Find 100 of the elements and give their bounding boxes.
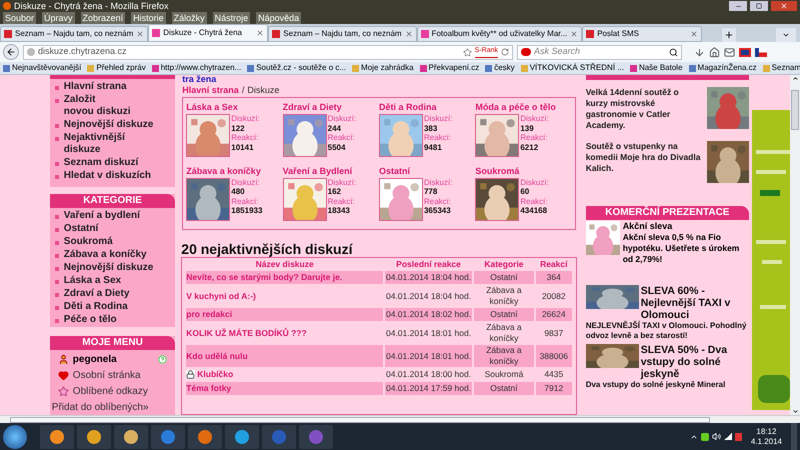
sidebar-link[interactable]: Založit novou diskuzi: [64, 94, 130, 118]
tray-icon[interactable]: [700, 432, 709, 440]
help-icon[interactable]: [158, 355, 168, 364]
discussion-link[interactable]: Klubíčko: [197, 369, 234, 380]
category-title[interactable]: Ostatní: [378, 166, 476, 176]
browser-tab[interactable]: Seznam – Najdu tam, co neznám: [0, 26, 148, 42]
contest-text[interactable]: Soutěž o vstupenky na komedii Moje hra do Divadla Kalich.: [586, 141, 704, 188]
breadcrumb-link[interactable]: Hlavní strana: [182, 85, 239, 95]
menu-item[interactable]: Zobrazení: [80, 12, 126, 24]
browser-tab[interactable]: Seznam – Najdu tam, co neznám: [268, 26, 417, 42]
browser-tab[interactable]: Poslat SMS: [582, 26, 702, 42]
scroll-thumb[interactable]: [791, 90, 799, 130]
search-icon[interactable]: [669, 48, 678, 56]
scroll-thumb[interactable]: [10, 416, 710, 422]
star-icon[interactable]: [462, 48, 472, 56]
sidebar-link[interactable]: Osobní stránka: [72, 368, 141, 383]
horizontal-scrollbar[interactable]: [0, 415, 800, 423]
bullet-icon: [54, 293, 59, 298]
bookmark[interactable]: Moje zahrádka: [352, 62, 414, 74]
signal-icon[interactable]: [724, 433, 732, 440]
menu-item[interactable]: Nástroje: [212, 12, 250, 24]
browser-tab[interactable]: Diskuze - Chytrá žena: [148, 24, 268, 42]
start-button[interactable]: [3, 424, 27, 448]
sidebar-link[interactable]: Péče o tělo: [64, 314, 117, 326]
category-title[interactable]: Děti a Rodina: [378, 102, 476, 113]
bullet-icon: [54, 137, 59, 141]
scroll-up-icon[interactable]: [792, 75, 798, 82]
sidebar-link[interactable]: Láska a Sex: [64, 275, 122, 288]
sidebar-link[interactable]: Soukromá: [64, 236, 113, 248]
home-icon[interactable]: [709, 46, 720, 58]
bookmark[interactable]: Překvapení.cz: [420, 62, 480, 74]
table-row[interactable]: Kdo udělá nulu 04.01.2014 18:01 hod. Zábava a koníčky 388006: [186, 345, 572, 367]
category-title[interactable]: Zábava a koníčky: [186, 166, 283, 176]
bookmark[interactable]: VÍTKOVICKÁ STŘEDNÍ ...: [520, 62, 624, 74]
stat-label: Diskuzí:: [520, 114, 549, 124]
deal-title[interactable]: SLEVA 60% - Nejlevnější TAXI v Olomouci: [640, 285, 750, 321]
close-tab-icon[interactable]: [404, 30, 413, 38]
download-icon[interactable]: [694, 46, 705, 58]
sidebar-link[interactable]: Nejnovější diskuze: [64, 262, 154, 274]
bookmark[interactable]: česky: [485, 62, 515, 74]
table-row[interactable]: Téma fotky 04.01.2014 17:59 hod. Ostatní 7912: [186, 382, 572, 395]
menu-item[interactable]: Záložky: [172, 12, 207, 24]
sidebar-link[interactable]: Zábava a koníčky: [64, 249, 147, 262]
browser-tab[interactable]: Fotoalbum květy** od uživatelky Mar...: [416, 26, 582, 42]
table-row[interactable]: Nevíte, co se starými body? Darujte je. 04.01.2014 18:04 hod. Ostatní 364: [186, 271, 572, 284]
bookmark[interactable]: Přehled zpráv: [87, 62, 146, 74]
menu-item[interactable]: Historie: [131, 12, 166, 24]
bullet-icon: [54, 254, 59, 258]
discussion-link[interactable]: V kuchyni od A:-): [186, 290, 256, 302]
bookmark[interactable]: Naše Batole: [630, 62, 683, 74]
table-cell-text: 388006: [538, 350, 569, 362]
sidebar-link[interactable]: Zdraví a Diety: [64, 288, 130, 300]
contest-text[interactable]: Velká 14denní soutěž o kurzy mistrovské gastronomie v Catler Academy.: [586, 87, 704, 134]
category-title[interactable]: Zdraví a Diety: [282, 102, 379, 113]
category-title[interactable]: Soukromá: [475, 166, 572, 176]
sidebar-link[interactable]: Děti a Rodina: [64, 301, 128, 314]
close-tab-icon[interactable]: [570, 30, 578, 38]
sidebar-link[interactable]: Seznam diskuzí: [64, 157, 138, 169]
sidebar-link[interactable]: Nejnovější diskuze: [64, 119, 154, 131]
sidebar-link[interactable]: Hledat v diskuzích: [64, 170, 152, 182]
stat-value: 6212: [520, 142, 540, 152]
stat-label: Diskuzí:: [231, 114, 260, 124]
stat-label: Reakcí:: [424, 196, 452, 206]
bookmark[interactable]: http://www.chytrazen...: [152, 62, 242, 74]
discussion-link[interactable]: KOLIK UŽ MÁTE BODÍKŮ ???: [186, 328, 307, 338]
maximize-button[interactable]: [750, 1, 768, 11]
category-title[interactable]: Láska a Sex: [186, 102, 283, 113]
reload-icon[interactable]: [501, 48, 509, 56]
sidebar-link[interactable]: Oblíbené odkazy: [72, 384, 148, 399]
new-tab-button[interactable]: [722, 28, 736, 42]
menu-item[interactable]: Úpravy: [42, 12, 75, 24]
stat-value: 122: [231, 124, 246, 133]
tab-label: Fotoalbum květy** od uživatelky Mar...: [432, 28, 568, 40]
table-row[interactable]: pro redakci 04.01.2014 18:02 hod. Ostatní 26624: [186, 308, 572, 321]
mail-icon[interactable]: [724, 46, 735, 58]
speaker-icon[interactable]: [712, 432, 721, 441]
close-tab-icon[interactable]: [136, 30, 144, 38]
table-cell-text: 364: [546, 271, 562, 284]
close-tab-icon[interactable]: [690, 30, 698, 38]
bookmark[interactable]: MagazínŽena.cz: [688, 62, 757, 74]
bookmark[interactable]: Nejnavštěvovanější: [3, 62, 82, 74]
category-title[interactable]: Vaření a Bydlení: [282, 166, 379, 176]
bookmark[interactable]: Soutěž.cz - soutěže o c...: [247, 62, 346, 74]
vertical-scrollbar[interactable]: [790, 75, 800, 415]
close-tab-icon[interactable]: [256, 29, 264, 37]
sidebar-link[interactable]: Vaření a bydlení: [64, 210, 140, 222]
sidebar-link[interactable]: Přidat do oblíbených»: [52, 400, 168, 415]
stat-label: Diskuzí:: [424, 114, 452, 124]
scroll-down-icon[interactable]: [792, 408, 798, 415]
sidebar-link[interactable]: Nejaktivnější diskuze: [64, 132, 125, 156]
minimize-button[interactable]: [729, 1, 747, 11]
deal-title[interactable]: SLEVA 50% - Dva vstupy do solné jeskyně: [640, 344, 750, 380]
sidebar-link[interactable]: Hlavní strana: [64, 81, 127, 93]
back-button[interactable]: [3, 44, 19, 60]
sidebar-link[interactable]: Ostatní: [64, 223, 98, 236]
tab-list-button[interactable]: [776, 28, 796, 42]
menu-item[interactable]: Soubor: [3, 12, 36, 24]
category-title[interactable]: Móda a péče o tělo: [475, 102, 572, 113]
promo-title[interactable]: Akční sleva: [622, 221, 750, 232]
menu-item[interactable]: Nápověda: [256, 12, 302, 24]
